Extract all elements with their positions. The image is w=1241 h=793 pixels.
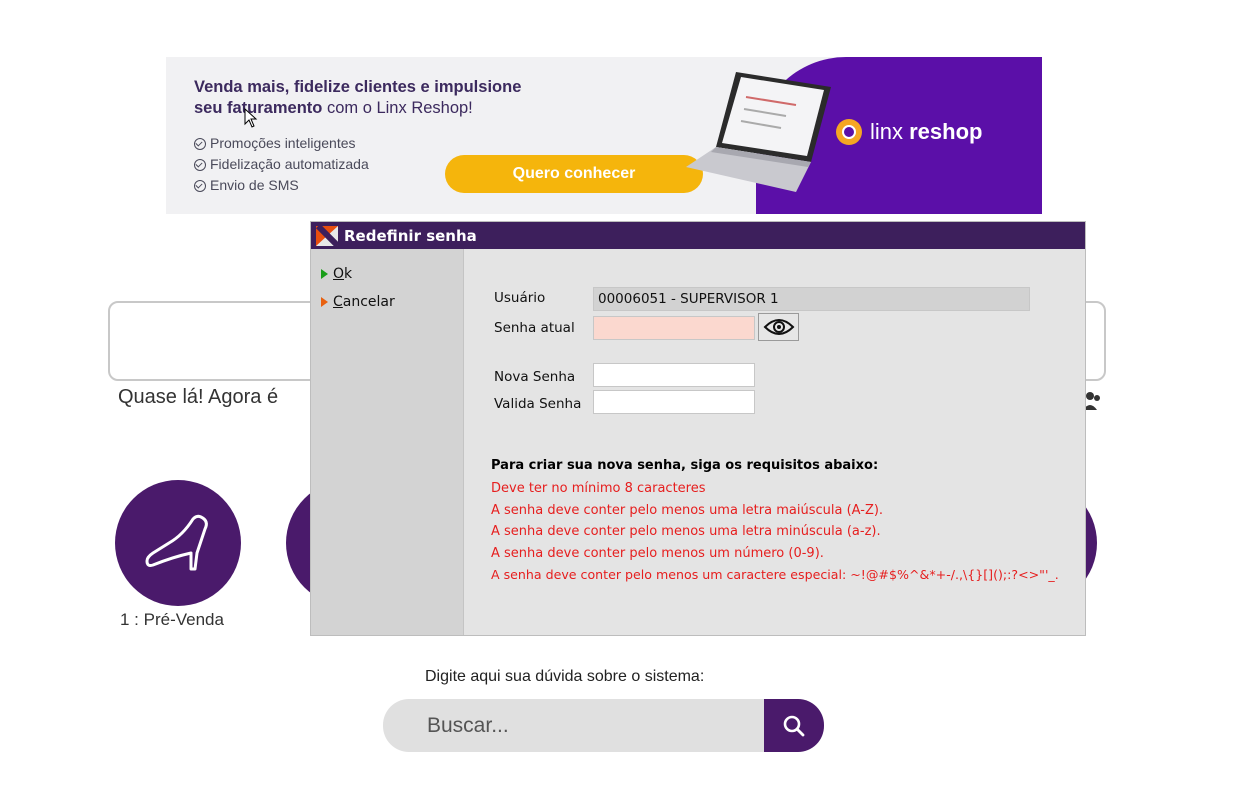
dialog-form: Usuário Senha atual Nova Senha Valida Se… bbox=[464, 249, 1085, 635]
requirement-item: A senha deve conter pelo menos uma letra… bbox=[491, 524, 881, 539]
eye-icon bbox=[763, 319, 794, 335]
redefinir-senha-dialog: Redefinir senha Ok Cancelar Usuário Senh… bbox=[311, 222, 1085, 635]
help-prompt: Digite aqui sua dúvida sobre o sistema: bbox=[425, 668, 705, 685]
requirement-item: Deve ter no mínimo 8 caracteres bbox=[491, 481, 706, 496]
senha-atual-label: Senha atual bbox=[494, 320, 575, 336]
promo-banner[interactable]: Venda mais, fidelize clientes e impulsio… bbox=[166, 57, 1042, 214]
dialog-action-panel: Ok Cancelar bbox=[311, 249, 464, 635]
check-circle-icon bbox=[194, 137, 206, 150]
high-heel-icon bbox=[145, 514, 208, 571]
requirement-item: A senha deve conter pelo menos uma letra… bbox=[491, 503, 884, 518]
requirements-title: Para criar sua nova senha, siga os requi… bbox=[491, 458, 879, 473]
module-pre-venda-button[interactable] bbox=[115, 480, 241, 606]
cancel-button[interactable]: Cancelar bbox=[321, 294, 395, 310]
welcome-text: Quase lá! Agora é bbox=[118, 386, 279, 408]
requirement-item: A senha deve conter pelo menos um número… bbox=[491, 546, 824, 561]
nova-senha-label: Nova Senha bbox=[494, 369, 576, 385]
search-button[interactable] bbox=[764, 699, 824, 752]
banner-feature: Promoções inteligentes bbox=[194, 133, 369, 154]
valida-senha-label: Valida Senha bbox=[494, 396, 582, 412]
play-arrow-icon bbox=[321, 297, 328, 307]
linx-reshop-logo: linx reshop bbox=[836, 119, 982, 145]
banner-feature: Fidelização automatizada bbox=[194, 154, 369, 175]
valida-senha-field[interactable] bbox=[593, 390, 755, 414]
ok-button[interactable]: Ok bbox=[321, 266, 352, 282]
senha-atual-field[interactable] bbox=[593, 316, 755, 340]
show-password-button[interactable] bbox=[758, 313, 799, 341]
reshop-logo-icon bbox=[836, 119, 862, 145]
nova-senha-field[interactable] bbox=[593, 363, 755, 387]
check-circle-icon bbox=[194, 158, 206, 171]
quero-conhecer-button[interactable]: Quero conhecer bbox=[445, 155, 703, 193]
search-icon bbox=[783, 715, 805, 736]
users-icon bbox=[1083, 392, 1100, 410]
laptop-illustration bbox=[686, 72, 831, 192]
help-search bbox=[383, 699, 825, 752]
usuario-label: Usuário bbox=[494, 290, 546, 306]
help-search-input[interactable] bbox=[383, 699, 773, 752]
requirement-item: A senha deve conter pelo menos um caract… bbox=[491, 567, 1059, 582]
play-arrow-icon bbox=[321, 269, 328, 279]
dialog-title-bar[interactable]: Redefinir senha bbox=[311, 222, 1085, 249]
banner-feature-list: Promoções inteligentes Fidelização autom… bbox=[194, 133, 369, 196]
app-logo-icon bbox=[316, 225, 338, 246]
banner-feature: Envio de SMS bbox=[194, 175, 369, 196]
check-circle-icon bbox=[194, 179, 206, 192]
usuario-field bbox=[593, 287, 1030, 311]
dialog-title: Redefinir senha bbox=[344, 226, 477, 245]
mouse-cursor-icon bbox=[244, 108, 258, 128]
module-pre-venda-label: 1 : Pré-Venda bbox=[120, 610, 224, 629]
